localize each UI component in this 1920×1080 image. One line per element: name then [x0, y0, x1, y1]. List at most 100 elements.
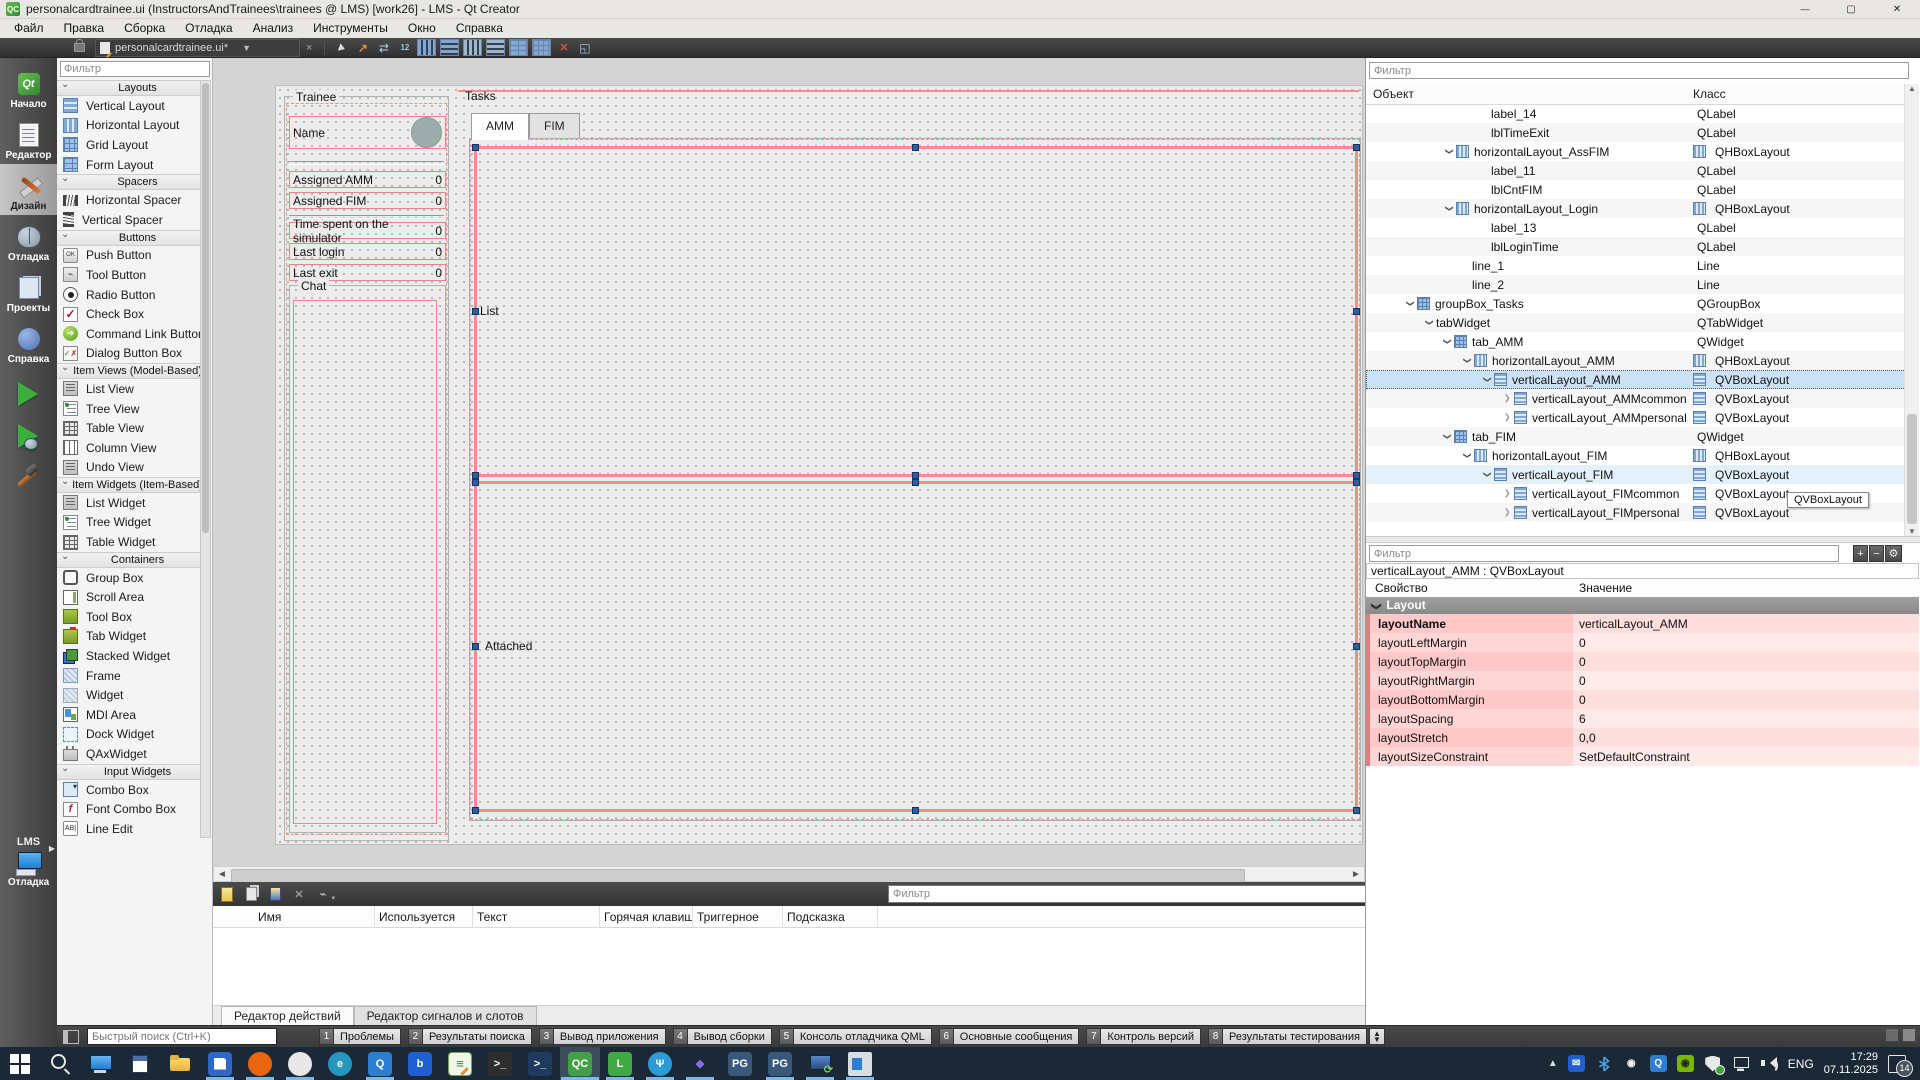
pc-sync-icon[interactable]	[800, 1047, 840, 1080]
action-column-header[interactable]: Триггерное	[693, 906, 783, 928]
selection-handle[interactable]	[1353, 308, 1360, 315]
layout-grid-icon[interactable]	[532, 39, 551, 56]
bottom-editor-tab[interactable]: Редактор сигналов и слотов	[354, 1006, 537, 1025]
menu-item[interactable]: Файл	[4, 19, 54, 38]
object-tree-row[interactable]: line_1 Line	[1366, 256, 1906, 275]
widget-box-entry[interactable]: Grid Layout	[57, 135, 203, 155]
scroll-down-icon[interactable]: ▼	[1905, 527, 1919, 536]
property-row[interactable]: layoutLeftMargin 0	[1366, 633, 1919, 652]
build-button[interactable]	[14, 464, 40, 490]
property-row[interactable]: layoutName verticalLayout_AMM	[1366, 614, 1919, 633]
panel-expand-icon[interactable]: ▲▼	[1369, 1028, 1385, 1045]
steam-icon[interactable]: ◉	[1623, 1055, 1640, 1072]
debug-button[interactable]	[18, 424, 38, 448]
menu-item[interactable]: Правка	[54, 19, 115, 38]
output-panel-button[interactable]: 2 Результаты поиска	[408, 1028, 532, 1045]
expander-icon[interactable]	[1443, 146, 1456, 157]
widget-box-entry[interactable]: Input Widgets	[57, 764, 203, 780]
output-panel-button[interactable]: 7 Контроль версий	[1086, 1028, 1201, 1045]
output-panel-button[interactable]: 6 Основные сообщения	[939, 1028, 1080, 1045]
property-value[interactable]: 6	[1573, 709, 1919, 728]
mail-tray-icon[interactable]: ✉	[1568, 1055, 1585, 1072]
object-tree-row[interactable]: lblTimeExit QLabel	[1366, 123, 1906, 142]
close-document-icon[interactable]: ×	[300, 42, 318, 54]
property-row[interactable]: layoutSpacing 6	[1366, 709, 1919, 728]
menu-item[interactable]: Справка	[446, 19, 513, 38]
output-panel-button[interactable]: 1 Проблемы	[319, 1028, 401, 1045]
expander-icon[interactable]	[1501, 412, 1514, 423]
object-tree-row[interactable]: horizontalLayout_AssFIM QHBoxLayout	[1366, 142, 1906, 161]
widget-box-entry[interactable]: List Widget	[57, 493, 203, 513]
adjust-size-icon[interactable]	[576, 40, 593, 55]
widget-box-entry[interactable]: Line Edit	[57, 819, 203, 838]
action-column-header[interactable]: Текст	[473, 906, 600, 928]
expander-icon[interactable]	[1501, 393, 1514, 404]
maximize-button[interactable]	[1828, 0, 1874, 19]
property-row[interactable]: layoutBottomMargin 0	[1366, 690, 1919, 709]
widget-box-entry[interactable]: Spacers	[57, 174, 203, 190]
scroll-left-icon[interactable]: ◄	[214, 869, 230, 880]
object-tree-row[interactable]: verticalLayout_AMMpersonal QVBoxLayout	[1366, 408, 1906, 427]
expander-icon[interactable]	[1461, 355, 1474, 366]
property-value[interactable]: 0	[1573, 633, 1919, 652]
chat-area[interactable]	[293, 300, 437, 824]
object-tree-row[interactable]: verticalLayout_AMMcommon QVBoxLayout	[1366, 389, 1906, 408]
lms-app-icon[interactable]: L	[600, 1047, 640, 1080]
selection-handle[interactable]	[472, 807, 479, 814]
widget-box-entry[interactable]: Vertical Layout	[57, 96, 203, 116]
property-filter-input[interactable]	[1369, 545, 1839, 562]
expander-icon[interactable]	[1443, 203, 1456, 214]
widget-box-entry[interactable]: Combo Box	[57, 780, 203, 800]
stat-row[interactable]: Assigned AMM 0	[289, 171, 446, 188]
chevron-down-icon[interactable]: ▼	[242, 43, 251, 53]
widget-box-entry[interactable]: Font Combo Box	[57, 799, 203, 819]
expander-icon[interactable]	[1501, 507, 1514, 518]
widget-box-entry[interactable]: Stacked Widget	[57, 646, 203, 666]
stat-row[interactable]: Last login 0	[289, 243, 446, 260]
chrome-icon[interactable]	[280, 1047, 320, 1080]
form-editor-canvas[interactable]: Trainee Name Assigned AMM 0	[213, 58, 1365, 866]
object-tree-row[interactable]: verticalLayout_FIM QVBoxLayout	[1366, 465, 1906, 484]
object-tree-row[interactable]: lblLoginTime QLabel	[1366, 237, 1906, 256]
delete-action-icon[interactable]	[289, 885, 309, 903]
action-filter-input[interactable]	[888, 885, 1368, 903]
configure-actions-icon[interactable]	[313, 885, 333, 903]
search-icon[interactable]	[40, 1047, 80, 1080]
break-layout-icon[interactable]	[555, 40, 572, 55]
expander-icon[interactable]	[1423, 317, 1436, 328]
widget-box-entry[interactable]: Containers	[57, 552, 203, 568]
scroll-right-icon[interactable]: ►	[1348, 869, 1364, 880]
widget-box-entry[interactable]: Form Layout	[57, 155, 203, 175]
widget-box-entry[interactable]: Item Widgets (Item-Based)	[57, 477, 203, 493]
panel-splitter[interactable]	[1366, 536, 1920, 543]
property-row[interactable]: layoutRightMargin 0	[1366, 671, 1919, 690]
property-settings-icon[interactable]: ⚙	[1885, 545, 1902, 562]
add-property-button[interactable]: +	[1853, 545, 1868, 562]
widget-box-entry[interactable]: Frame	[57, 666, 203, 686]
property-value[interactable]: 0	[1573, 652, 1919, 671]
scrollbar-thumb[interactable]	[231, 869, 1245, 883]
mail-app-icon[interactable]: b	[400, 1047, 440, 1080]
expander-icon[interactable]	[1441, 431, 1454, 442]
mode-item[interactable]: Qt Начало	[0, 62, 57, 113]
list-label[interactable]: List	[480, 304, 499, 318]
selection-handle[interactable]	[1353, 643, 1360, 650]
widget-box-entry[interactable]: Horizontal Layout	[57, 116, 203, 136]
start-button[interactable]	[0, 1047, 40, 1080]
bluetooth-icon[interactable]	[1595, 1055, 1613, 1073]
scroll-up-icon[interactable]: ▲	[1905, 84, 1919, 93]
mode-item[interactable]: Дизайн	[0, 164, 57, 215]
widget-box-entry[interactable]: Vertical Spacer	[57, 210, 203, 230]
selection-handle[interactable]	[912, 472, 919, 479]
menu-item[interactable]: Инструменты	[303, 19, 398, 38]
network-icon[interactable]	[1732, 1055, 1750, 1073]
scrollbar-thumb[interactable]	[1907, 414, 1917, 524]
menu-item[interactable]: Анализ	[243, 19, 304, 38]
notes-app-icon[interactable]	[440, 1047, 480, 1080]
widget-filter-input[interactable]	[60, 61, 210, 77]
action-column-header[interactable]: Горячая клавиш	[600, 906, 693, 928]
output-panel-button[interactable]: 8 Результаты тестирования	[1208, 1028, 1367, 1045]
widget-box-entry[interactable]: List View	[57, 379, 203, 399]
output-panel-button[interactable]: 3 Вывод приложения	[539, 1028, 666, 1045]
attached-label[interactable]: Attached	[485, 639, 532, 653]
